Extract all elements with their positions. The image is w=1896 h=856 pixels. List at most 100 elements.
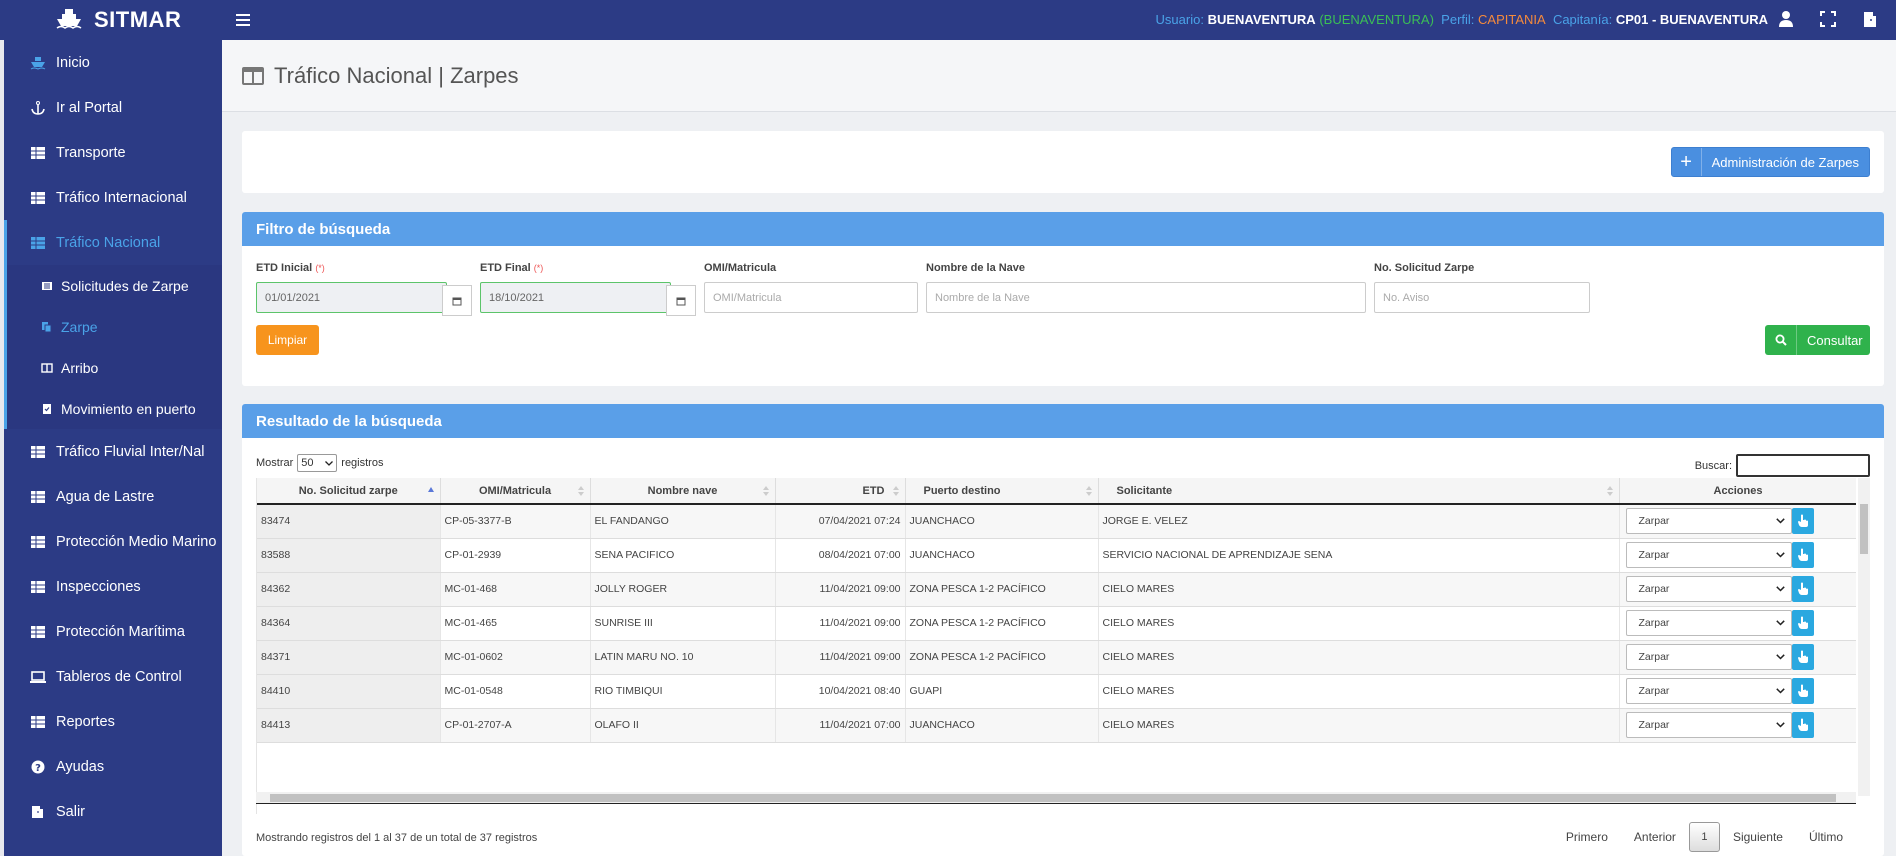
hand-pointer-icon — [1797, 548, 1808, 561]
page-length-select[interactable]: 50 — [297, 454, 338, 472]
action-select-value: Zarpar — [1638, 515, 1670, 528]
omi-field: OMI/Matricula OMI/Matricula — [704, 262, 918, 313]
sidebar-item-inicio[interactable]: Inicio — [4, 40, 222, 85]
cell-solicitante: CIELO MARES — [1098, 640, 1620, 675]
admin-zarpes-button[interactable]: + Administración de Zarpes — [1670, 147, 1870, 177]
user-paren: (BUENAVENTURA) — [1319, 12, 1434, 27]
laptop-icon — [30, 670, 46, 683]
col-header-omi[interactable]: OMI/Matricula — [440, 478, 591, 505]
table-row: 84410 MC-01-0548 RIO TIMBIQUI 10/04/2021 08… — [257, 674, 1856, 709]
etd-final-label: ETD Final (*) — [480, 262, 544, 274]
pointer-hand-button[interactable] — [1791, 610, 1814, 636]
logout-icon[interactable] — [1862, 10, 1878, 28]
sidebar-item-tableros[interactable]: Tableros de Control — [4, 654, 222, 699]
col-header-etd[interactable]: ETD — [775, 478, 906, 505]
sidebar-subitem-label: Zarpe — [61, 318, 98, 335]
cell-puerto: ZONA PESCA 1-2 PACÍFICO — [905, 606, 1099, 641]
sidebar-item-label: Ir al Portal — [56, 99, 123, 116]
pointer-hand-button[interactable] — [1791, 678, 1814, 704]
pager-prev[interactable]: Anterior — [1621, 830, 1689, 844]
table-search-input[interactable] — [1736, 454, 1870, 477]
pointer-hand-button[interactable] — [1791, 712, 1814, 738]
sort-icon — [762, 486, 769, 496]
clear-button[interactable]: Limpiar — [256, 325, 319, 355]
sidebar-item-trafico-nacional[interactable]: Tráfico Nacional — [4, 220, 222, 265]
cell-solicitante: CIELO MARES — [1098, 674, 1620, 709]
sidebar-item-portal[interactable]: Ir al Portal — [4, 85, 222, 130]
sidebar-item-agua-lastre[interactable]: Agua de Lastre — [4, 474, 222, 519]
sidebar-item-transporte[interactable]: Transporte — [4, 130, 222, 175]
col-header-solicitud[interactable]: No. Solicitud zarpe — [257, 478, 441, 505]
horizontal-scrollbar[interactable] — [256, 792, 1856, 804]
action-select[interactable]: Zarpar — [1625, 542, 1792, 568]
sidebar-item-label: Tráfico Internacional — [56, 189, 187, 206]
nave-input[interactable]: Nombre de la Nave — [926, 282, 1366, 313]
solicitud-field: No. Solicitud Zarpe No. Aviso — [1374, 262, 1590, 313]
action-select[interactable]: Zarpar — [1625, 508, 1792, 535]
cell-solicitante: CIELO MARES — [1098, 572, 1620, 607]
user-icon[interactable] — [1778, 10, 1794, 28]
sidebar-subitem-label: Movimiento en puerto — [61, 400, 196, 417]
user-label: Usuario: — [1155, 12, 1204, 27]
sidebar-item-inspecciones[interactable]: Inspecciones — [4, 564, 222, 609]
action-select[interactable]: Zarpar — [1625, 644, 1792, 670]
sidebar-item-proteccion-maritima[interactable]: Protección Marítima — [4, 609, 222, 654]
action-select[interactable]: Zarpar — [1625, 610, 1792, 636]
sidebar-item-label: Agua de Lastre — [56, 488, 155, 505]
sidebar-item-trafico-internacional[interactable]: Tráfico Internacional — [4, 175, 222, 220]
sidebar-item-label: Ayudas — [56, 758, 105, 775]
table-search: Buscar: — [1695, 454, 1870, 477]
etd-final-input[interactable]: 18/10/2021 — [480, 282, 671, 313]
sidebar-item-label: Salir — [56, 803, 86, 820]
col-header-solicitante[interactable]: Solicitante — [1098, 478, 1620, 505]
sidebar-item-reportes[interactable]: Reportes — [4, 699, 222, 744]
sidebar-subitem-zarpe[interactable]: Zarpe — [7, 306, 222, 347]
menu-toggle-icon[interactable] — [236, 14, 250, 26]
pager-next[interactable]: Siguiente — [1720, 830, 1796, 844]
cell-puerto: ZONA PESCA 1-2 PACÍFICO — [905, 572, 1099, 607]
cell-etd: 11/04/2021 07:00 — [775, 708, 906, 743]
calendar-icon[interactable] — [666, 285, 696, 316]
cell-omi: MC-01-0548 — [440, 674, 591, 709]
vertical-scrollbar[interactable] — [1858, 478, 1870, 796]
action-select[interactable]: Zarpar — [1625, 712, 1792, 738]
col-header-nave[interactable]: Nombre nave — [590, 478, 776, 505]
admin-zarpes-label: Administración de Zarpes — [1711, 154, 1859, 170]
brand[interactable]: SITMAR — [0, 0, 222, 40]
table-row: 84364 MC-01-465 SUNRISE III 11/04/2021 09:0… — [257, 606, 1856, 641]
capitania-label: Capitanía: — [1552, 12, 1613, 27]
sidebar-subitem-solicitudes[interactable]: Solicitudes de Zarpe — [7, 265, 222, 306]
col-header-puerto[interactable]: Puerto destino — [905, 478, 1099, 505]
sidebar-item-fluvial[interactable]: Tráfico Fluvial Inter/Nal — [4, 429, 222, 474]
results-table: No. Solicitud zarpe OMI/Matricula Nombre… — [256, 478, 1856, 814]
consultar-button[interactable]: Consultar — [1765, 325, 1870, 355]
pointer-hand-button[interactable] — [1791, 508, 1814, 535]
cell-nave: SENA PACIFICO — [590, 538, 776, 573]
cell-etd: 07/04/2021 07:24 — [775, 504, 906, 539]
pager-current[interactable]: 1 — [1688, 822, 1720, 852]
sidebar-item-ayudas[interactable]: ? Ayudas — [4, 744, 222, 789]
action-select[interactable]: Zarpar — [1625, 576, 1792, 602]
cell-nave: EL FANDANGO — [590, 504, 776, 539]
anchor-icon — [31, 100, 45, 115]
sidebar-item-salir[interactable]: Salir — [4, 789, 222, 834]
sidebar-subitem-movimiento[interactable]: Movimiento en puerto — [7, 388, 222, 429]
calendar-icon[interactable] — [442, 285, 472, 316]
omi-input[interactable]: OMI/Matricula — [704, 282, 918, 313]
nave-label: Nombre de la Nave — [926, 262, 1026, 274]
top-icons — [1778, 10, 1878, 28]
filter-header: Filtro de búsqueda — [242, 212, 1884, 246]
pointer-hand-button[interactable] — [1791, 576, 1814, 602]
etd-inicial-input[interactable]: 01/01/2021 — [256, 282, 447, 313]
action-select[interactable]: Zarpar — [1625, 678, 1792, 704]
solicitud-input[interactable]: No. Aviso — [1374, 282, 1590, 313]
pointer-hand-button[interactable] — [1791, 644, 1814, 670]
sidebar-subitem-arribo[interactable]: Arribo — [7, 347, 222, 388]
sidebar-item-medio-marino[interactable]: Protección Medio Marino — [4, 519, 222, 564]
sidebar-subitem-label: Solicitudes de Zarpe — [61, 277, 189, 294]
table-row: 84413 CP-01-2707-A OLAFO II 11/04/2021 07:0… — [257, 708, 1856, 743]
pager-first[interactable]: Primero — [1553, 830, 1621, 844]
pointer-hand-button[interactable] — [1791, 542, 1814, 568]
pager-last[interactable]: Último — [1796, 830, 1856, 844]
fullscreen-icon[interactable] — [1820, 10, 1836, 28]
